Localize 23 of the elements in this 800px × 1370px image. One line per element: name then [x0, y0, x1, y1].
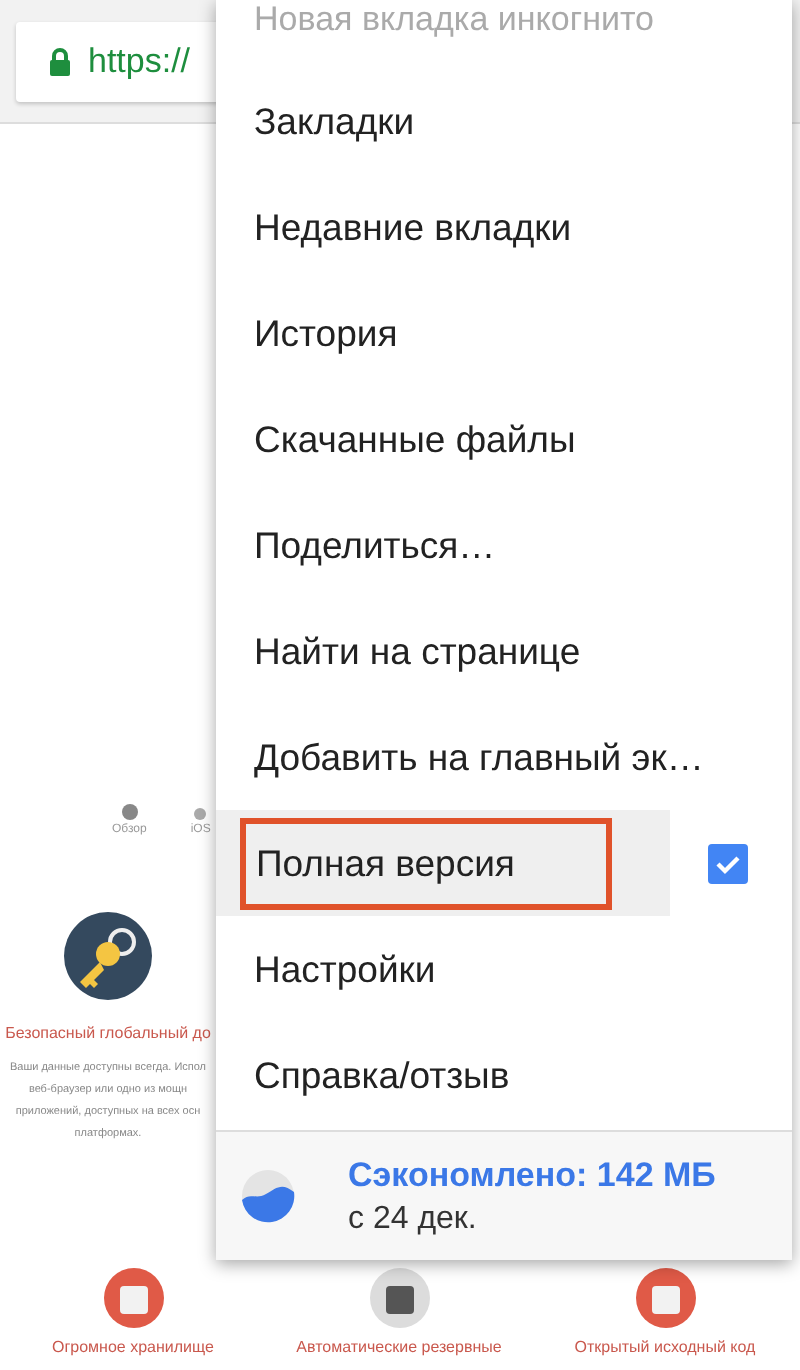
feature-title: Огромное хранилище	[52, 1338, 214, 1356]
savings-date: с 24 дек.	[348, 1201, 479, 1237]
feature-title: Безопасный глобальный до	[5, 1024, 211, 1042]
url-text: https://	[88, 41, 191, 81]
key-icon	[64, 912, 152, 1000]
circle-icon	[121, 804, 138, 820]
menu-item[interactable]: Скачанные файлы	[240, 409, 590, 469]
menu-item[interactable]: Найти на странице	[240, 621, 595, 681]
feature-title: Автоматические резервные	[296, 1338, 502, 1356]
feature-title: Открытый исходный код	[574, 1338, 756, 1356]
menu-item[interactable]: Справка/отзыв	[240, 1045, 524, 1105]
lock-icon	[48, 47, 72, 75]
menu-item[interactable]: История	[240, 303, 412, 363]
storage-icon	[103, 1268, 163, 1328]
savings-amount: Сэкономлено: 142 МБ	[348, 1155, 716, 1195]
menu-item[interactable]: Недавние вкладки	[240, 197, 586, 257]
menu-item[interactable]: Добавить на главный эк…	[240, 727, 718, 787]
menu-item[interactable]: Полная версия	[240, 817, 613, 909]
menu-item[interactable]: Поделиться…	[240, 515, 510, 575]
savings-icon	[240, 1168, 296, 1224]
checkbox[interactable]	[708, 843, 748, 883]
menu-item[interactable]: Закладки	[240, 91, 429, 151]
menu-item[interactable]: Настройки	[240, 939, 450, 999]
